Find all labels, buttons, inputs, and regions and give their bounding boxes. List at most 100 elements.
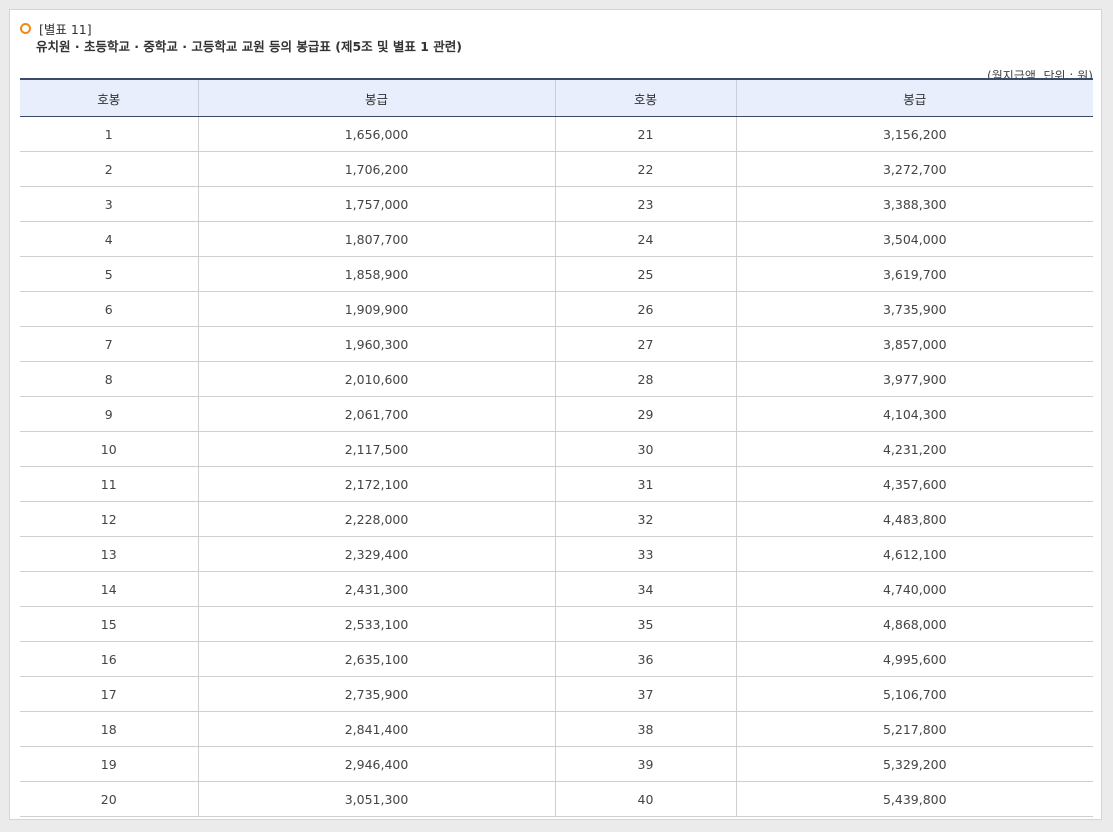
grade-cell: 8 <box>20 361 198 397</box>
table-row: 2 1,706,200 22 3,272,700 <box>20 151 1093 187</box>
salary-cell: 1,706,200 <box>197 151 555 187</box>
salary-cell: 3,051,300 <box>197 781 555 817</box>
grade-cell: 39 <box>554 746 736 782</box>
grade-cell: 16 <box>20 641 198 677</box>
salary-cell: 2,010,600 <box>197 361 555 397</box>
salary-cell: 2,841,400 <box>197 711 555 747</box>
column-header-grade: 호봉 <box>554 78 736 117</box>
salary-cell: 2,061,700 <box>197 396 555 432</box>
table-row: 19 2,946,400 39 5,329,200 <box>20 746 1093 782</box>
salary-cell: 3,504,000 <box>735 221 1093 257</box>
salary-cell: 4,483,800 <box>735 501 1093 537</box>
table-row: 1 1,656,000 21 3,156,200 <box>20 116 1093 152</box>
table-row: 3 1,757,000 23 3,388,300 <box>20 186 1093 222</box>
grade-cell: 27 <box>554 326 736 362</box>
grade-cell: 25 <box>554 256 736 292</box>
grade-cell: 21 <box>554 116 736 152</box>
salary-cell: 5,439,800 <box>735 781 1093 817</box>
table-row: 11 2,172,100 31 4,357,600 <box>20 466 1093 502</box>
salary-cell: 1,757,000 <box>197 186 555 222</box>
salary-cell: 1,960,300 <box>197 326 555 362</box>
salary-cell: 3,156,200 <box>735 116 1093 152</box>
grade-cell: 26 <box>554 291 736 327</box>
salary-cell: 5,329,200 <box>735 746 1093 782</box>
grade-cell: 12 <box>20 501 198 537</box>
grade-cell: 36 <box>554 641 736 677</box>
grade-cell: 1 <box>20 116 198 152</box>
salary-cell: 3,735,900 <box>735 291 1093 327</box>
table-row: 12 2,228,000 32 4,483,800 <box>20 501 1093 537</box>
salary-table: 호봉 봉급 호봉 봉급 1 1,656,000 21 3,156,200 2 1,706,… <box>20 78 1093 817</box>
grade-cell: 22 <box>554 151 736 187</box>
column-header-salary: 봉급 <box>735 78 1093 117</box>
salary-cell: 5,217,800 <box>735 711 1093 747</box>
grade-cell: 35 <box>554 606 736 642</box>
grade-cell: 37 <box>554 676 736 712</box>
grade-cell: 6 <box>20 291 198 327</box>
table-row: 5 1,858,900 25 3,619,700 <box>20 256 1093 292</box>
salary-cell: 5,106,700 <box>735 676 1093 712</box>
table-row: 18 2,841,400 38 5,217,800 <box>20 711 1093 747</box>
salary-cell: 4,995,600 <box>735 641 1093 677</box>
table-row: 7 1,960,300 27 3,857,000 <box>20 326 1093 362</box>
table-body: 1 1,656,000 21 3,156,200 2 1,706,200 22 3,272,7… <box>20 116 1093 817</box>
grade-cell: 23 <box>554 186 736 222</box>
table-row: 14 2,431,300 34 4,740,000 <box>20 571 1093 607</box>
table-row: 8 2,010,600 28 3,977,900 <box>20 361 1093 397</box>
table-row: 9 2,061,700 29 4,104,300 <box>20 396 1093 432</box>
grade-cell: 19 <box>20 746 198 782</box>
salary-cell: 1,858,900 <box>197 256 555 292</box>
title-row: [별표 11] <box>20 18 1093 38</box>
salary-cell: 4,231,200 <box>735 431 1093 467</box>
salary-cell: 2,329,400 <box>197 536 555 572</box>
grade-cell: 15 <box>20 606 198 642</box>
grade-cell: 5 <box>20 256 198 292</box>
salary-cell: 2,431,300 <box>197 571 555 607</box>
grade-cell: 7 <box>20 326 198 362</box>
grade-cell: 29 <box>554 396 736 432</box>
salary-cell: 2,117,500 <box>197 431 555 467</box>
salary-cell: 2,635,100 <box>197 641 555 677</box>
salary-cell: 2,946,400 <box>197 746 555 782</box>
grade-cell: 38 <box>554 711 736 747</box>
table-row: 17 2,735,900 37 5,106,700 <box>20 676 1093 712</box>
grade-cell: 10 <box>20 431 198 467</box>
table-label: [별표 11] <box>39 21 92 37</box>
grade-cell: 9 <box>20 396 198 432</box>
salary-cell: 2,735,900 <box>197 676 555 712</box>
salary-cell: 3,977,900 <box>735 361 1093 397</box>
salary-cell: 2,228,000 <box>197 501 555 537</box>
grade-cell: 33 <box>554 536 736 572</box>
salary-cell: 2,172,100 <box>197 466 555 502</box>
table-row: 16 2,635,100 36 4,995,600 <box>20 641 1093 677</box>
grade-cell: 3 <box>20 186 198 222</box>
document-frame: [별표 11] 유치원 · 초등학교 · 중학교 · 고등학교 교원 등의 봉급… <box>9 9 1102 820</box>
grade-cell: 34 <box>554 571 736 607</box>
document-header: [별표 11] 유치원 · 초등학교 · 중학교 · 고등학교 교원 등의 봉급… <box>20 18 1093 83</box>
salary-cell: 4,357,600 <box>735 466 1093 502</box>
salary-cell: 4,868,000 <box>735 606 1093 642</box>
grade-cell: 40 <box>554 781 736 817</box>
salary-cell: 1,807,700 <box>197 221 555 257</box>
table-row: 4 1,807,700 24 3,504,000 <box>20 221 1093 257</box>
grade-cell: 31 <box>554 466 736 502</box>
table-title: 유치원 · 초등학교 · 중학교 · 고등학교 교원 등의 봉급표 (제5조 및… <box>36 39 462 54</box>
grade-cell: 14 <box>20 571 198 607</box>
grade-cell: 20 <box>20 781 198 817</box>
grade-cell: 28 <box>554 361 736 397</box>
salary-cell: 4,104,300 <box>735 396 1093 432</box>
grade-cell: 2 <box>20 151 198 187</box>
grade-cell: 4 <box>20 221 198 257</box>
salary-cell: 1,656,000 <box>197 116 555 152</box>
grade-cell: 32 <box>554 501 736 537</box>
table-header-row: 호봉 봉급 호봉 봉급 <box>20 78 1093 117</box>
salary-cell: 2,533,100 <box>197 606 555 642</box>
table-row: 10 2,117,500 30 4,231,200 <box>20 431 1093 467</box>
salary-cell: 3,619,700 <box>735 256 1093 292</box>
salary-cell: 4,740,000 <box>735 571 1093 607</box>
grade-cell: 11 <box>20 466 198 502</box>
salary-cell: 4,612,100 <box>735 536 1093 572</box>
salary-cell: 3,857,000 <box>735 326 1093 362</box>
grade-cell: 30 <box>554 431 736 467</box>
table-row: 15 2,533,100 35 4,868,000 <box>20 606 1093 642</box>
